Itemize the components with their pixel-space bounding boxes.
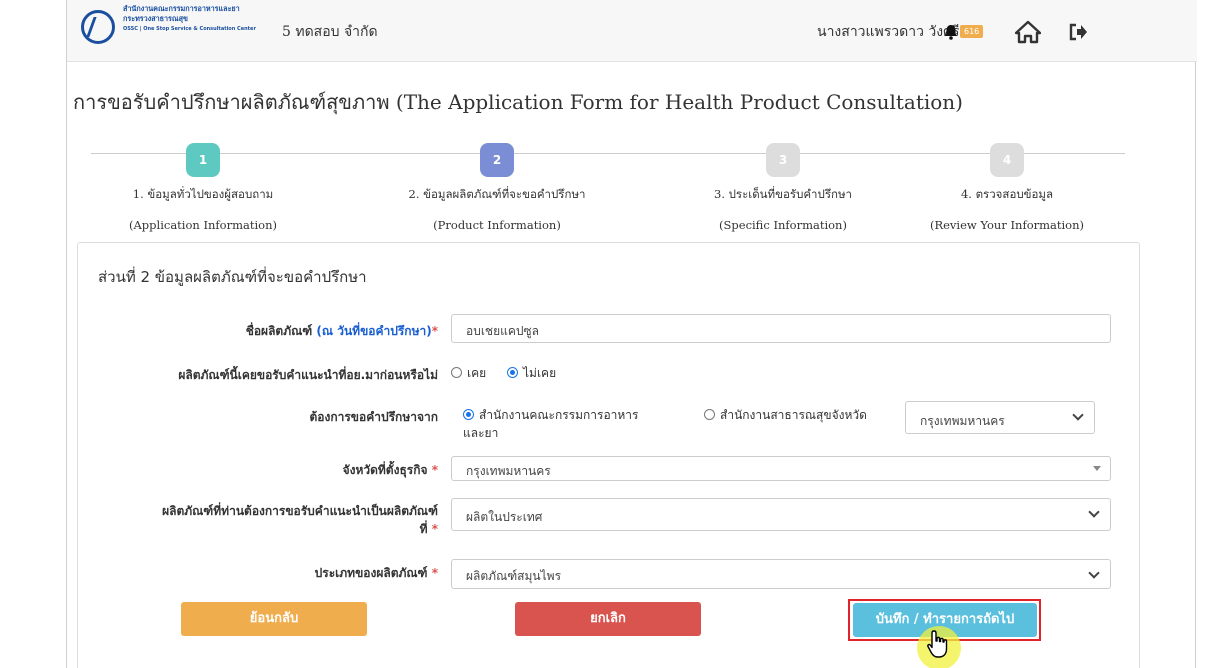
step-2-number: 2	[480, 143, 514, 177]
product-type-value: ผลิตภัณฑ์สมุนไพร	[466, 569, 562, 583]
logo-line-2: กระทรวงสาธารณสุข	[123, 14, 188, 23]
chevron-down-icon	[1088, 506, 1100, 518]
product-origin-label-2: ที่	[419, 522, 428, 536]
prior-advice-yes-label: เคย	[467, 366, 487, 380]
step-2[interactable]: 2 2. ข้อมูลผลิตภัณฑ์ที่จะขอคำปรึกษา (Pro…	[377, 143, 617, 232]
consult-province-select[interactable]: กรุงเทพมหานคร	[905, 401, 1095, 434]
step-3[interactable]: 3 3. ประเด็นที่ขอรับคำปรึกษา (Specific I…	[663, 143, 903, 232]
consult-from-label: ต้องการขอคำปรึกษาจาก	[309, 410, 439, 424]
required-mark: *	[431, 324, 438, 338]
product-origin-label-1: ผลิตภัณฑ์ที่ท่านต้องการขอรับคำแนะนำเป็นผ…	[162, 504, 438, 518]
hand-pointer-icon	[927, 630, 948, 658]
business-province-label: จังหวัดที่ตั้งธุรกิจ *	[78, 461, 438, 480]
step-2-title: 2. ข้อมูลผลิตภัณฑ์ที่จะขอคำปรึกษา	[408, 187, 586, 201]
product-name-label-note: (ณ วันที่ขอคำปรึกษา)	[316, 324, 432, 338]
chevron-down-icon	[1088, 567, 1100, 579]
top-navbar: สำนักงานคณะกรรมการอาหารและยา กระทรวงสาธา…	[67, 0, 1197, 62]
product-origin-label: ผลิตภัณฑ์ที่ท่านต้องการขอรับคำแนะนำเป็นผ…	[78, 502, 438, 538]
radio-unchecked-icon	[451, 367, 462, 378]
logo-text: สำนักงานคณะกรรมการอาหารและยา กระทรวงสาธา…	[123, 4, 273, 34]
step-4-number: 4	[990, 143, 1024, 177]
business-province-select[interactable]: กรุงเทพมหานคร	[451, 456, 1111, 481]
chevron-down-icon	[1072, 409, 1084, 421]
step-1-number: 1	[186, 143, 220, 177]
step-1-title: 1. ข้อมูลทั่วไปของผู้สอบถาม	[132, 187, 274, 201]
company-name: 5 ทดสอบ จำกัด	[282, 24, 378, 40]
radio-unchecked-icon	[704, 409, 715, 420]
app-frame: สำนักงานคณะกรรมการอาหารและยา กระทรวงสาธา…	[66, 0, 1197, 668]
step-1[interactable]: 1 1. ข้อมูลทั่วไปของผู้สอบถาม (Applicati…	[83, 143, 323, 232]
prior-advice-no-radio[interactable]: ไม่เคย	[507, 364, 556, 383]
consult-provincial-label: สำนักงานสาธารณสุขจังหวัด	[720, 408, 867, 422]
user-name[interactable]: นางสาวแพรวดาว วังศรี	[817, 21, 960, 43]
product-origin-value: ผลิตในประเทศ	[466, 510, 543, 524]
product-info-panel: ส่วนที่ 2 ข้อมูลผลิตภัณฑ์ที่จะขอคำปรึกษา…	[77, 242, 1140, 668]
cancel-button[interactable]: ยกเลิก	[515, 602, 701, 636]
section-title: ส่วนที่ 2 ข้อมูลผลิตภัณฑ์ที่จะขอคำปรึกษา	[98, 268, 367, 286]
step-4-title: 4. ตรวจสอบข้อมูล	[960, 187, 1054, 201]
product-type-label-text: ประเภทของผลิตภัณฑ์	[314, 566, 428, 580]
step-3-title: 3. ประเด็นที่ขอรับคำปรึกษา	[714, 187, 852, 201]
consult-provincial-radio[interactable]: สำนักงานสาธารณสุขจังหวัด	[704, 406, 867, 425]
step-4-subtitle: (Review Your Information)	[929, 218, 1084, 232]
fda-logo-icon[interactable]	[81, 10, 115, 44]
product-name-input[interactable]: อบเชยแคปซูล	[451, 314, 1111, 343]
required-mark: *	[431, 463, 438, 477]
page-title: การขอรับคำปรึกษาผลิตภัณฑ์สุขภาพ (The App…	[73, 90, 963, 114]
product-name-value: อบเชยแคปซูล	[466, 324, 539, 338]
logo-line-3: OSSC | One Stop Service & Consultation C…	[123, 26, 256, 32]
bell-icon[interactable]	[943, 24, 959, 40]
required-mark: *	[431, 522, 438, 536]
back-button[interactable]: ย้อนกลับ	[181, 602, 367, 636]
product-name-label: ชื่อผลิตภัณฑ์ (ณ วันที่ขอคำปรึกษา)*	[78, 322, 438, 341]
home-icon[interactable]	[1015, 20, 1041, 44]
consult-province-value: กรุงเทพมหานคร	[920, 414, 1005, 428]
prior-advice-label: ผลิตภัณฑ์นี้เคยขอรับคำแนะนำที่อย.มาก่อนห…	[178, 368, 438, 382]
business-province-value: กรุงเทพมหานคร	[466, 464, 551, 478]
radio-checked-icon	[463, 409, 474, 420]
consult-fda-radio[interactable]: สำนักงานคณะกรรมการอาหาร และยา	[463, 406, 639, 442]
notification-badge[interactable]: 616	[960, 25, 984, 38]
product-name-label-text: ชื่อผลิตภัณฑ์	[245, 324, 313, 338]
product-type-select[interactable]: ผลิตภัณฑ์สมุนไพร	[451, 559, 1111, 589]
prior-advice-no-label: ไม่เคย	[523, 366, 557, 380]
prior-advice-yes-radio[interactable]: เคย	[451, 364, 486, 383]
consult-fda-label-2: และยา	[463, 426, 499, 440]
required-mark: *	[431, 566, 438, 580]
radio-checked-icon	[507, 367, 518, 378]
step-4[interactable]: 4 4. ตรวจสอบข้อมูล (Review Your Informat…	[887, 143, 1127, 232]
logout-icon[interactable]	[1068, 22, 1088, 42]
logo-line-1: สำนักงานคณะกรรมการอาหารและยา	[123, 4, 240, 13]
step-2-subtitle: (Product Information)	[433, 218, 561, 232]
product-origin-select[interactable]: ผลิตในประเทศ	[451, 498, 1111, 531]
business-province-label-text: จังหวัดที่ตั้งธุรกิจ	[342, 463, 428, 477]
product-type-label: ประเภทของผลิตภัณฑ์ *	[78, 564, 438, 583]
step-1-subtitle: (Application Information)	[129, 218, 277, 232]
step-3-subtitle: (Specific Information)	[719, 218, 847, 232]
consult-fda-label-1: สำนักงานคณะกรรมการอาหาร	[479, 408, 639, 422]
caret-down-icon	[1093, 466, 1101, 471]
step-3-number: 3	[766, 143, 800, 177]
